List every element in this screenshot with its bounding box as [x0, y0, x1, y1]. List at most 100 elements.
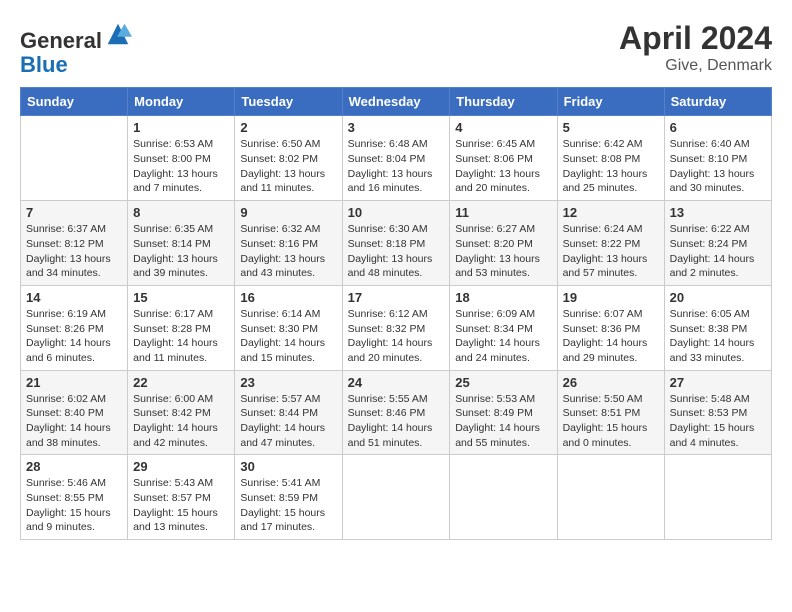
calendar-cell: 20Sunrise: 6:05 AMSunset: 8:38 PMDayligh…: [664, 285, 771, 370]
day-number: 13: [670, 205, 766, 220]
day-number: 27: [670, 375, 766, 390]
calendar-cell: [342, 455, 450, 540]
location: Give, Denmark: [619, 57, 772, 75]
day-info: Sunrise: 6:27 AMSunset: 8:20 PMDaylight:…: [455, 222, 551, 281]
calendar-cell: 4 Sunrise: 6:45 AMSunset: 8:06 PMDaylight…: [450, 116, 557, 201]
calendar-cell: 13 Sunrise: 6:22 AMSunset: 8:24 PMDayligh…: [664, 201, 771, 286]
day-info: Sunrise: 5:48 AMSunset: 8:53 PMDaylight:…: [670, 392, 766, 451]
calendar-cell: [21, 116, 128, 201]
calendar-cell: 24 Sunrise: 5:55 AMSunset: 8:46 PMDayligh…: [342, 370, 450, 455]
day-number: 11: [455, 205, 551, 220]
day-number: 29: [133, 459, 229, 474]
day-info: Sunrise: 6:45 AMSunset: 8:06 PMDaylight:…: [455, 137, 551, 196]
calendar-cell: 26Sunrise: 5:50 AMSunset: 8:51 PMDayligh…: [557, 370, 664, 455]
calendar-cell: 10 Sunrise: 6:30 AMSunset: 8:18 PMDayligh…: [342, 201, 450, 286]
day-info: Sunrise: 6:05 AMSunset: 8:38 PMDaylight:…: [670, 307, 766, 366]
calendar-cell: 27 Sunrise: 5:48 AMSunset: 8:53 PMDayligh…: [664, 370, 771, 455]
week-row-2: 7 Sunrise: 6:37 AMSunset: 8:12 PMDaylight…: [21, 201, 772, 286]
day-info: Sunrise: 5:43 AMSunset: 8:57 PMDaylight:…: [133, 476, 229, 535]
day-info: Sunrise: 6:48 AMSunset: 8:04 PMDaylight:…: [348, 137, 445, 196]
calendar-cell: [557, 455, 664, 540]
calendar-cell: 12Sunrise: 6:24 AMSunset: 8:22 PMDayligh…: [557, 201, 664, 286]
weekday-tuesday: Tuesday: [235, 88, 342, 116]
day-info: Sunrise: 6:12 AMSunset: 8:32 PMDaylight:…: [348, 307, 445, 366]
weekday-saturday: Saturday: [664, 88, 771, 116]
day-number: 10: [348, 205, 445, 220]
calendar-cell: 30Sunrise: 5:41 AMSunset: 8:59 PMDayligh…: [235, 455, 342, 540]
day-info: Sunrise: 6:35 AMSunset: 8:14 PMDaylight:…: [133, 222, 229, 281]
week-row-4: 21Sunrise: 6:02 AMSunset: 8:40 PMDayligh…: [21, 370, 772, 455]
day-number: 1: [133, 120, 229, 135]
day-info: Sunrise: 5:57 AMSunset: 8:44 PMDaylight:…: [240, 392, 336, 451]
day-info: Sunrise: 6:14 AMSunset: 8:30 PMDaylight:…: [240, 307, 336, 366]
day-info: Sunrise: 6:00 AMSunset: 8:42 PMDaylight:…: [133, 392, 229, 451]
day-info: Sunrise: 5:46 AMSunset: 8:55 PMDaylight:…: [26, 476, 122, 535]
calendar-cell: 16 Sunrise: 6:14 AMSunset: 8:30 PMDayligh…: [235, 285, 342, 370]
day-number: 26: [563, 375, 659, 390]
week-row-3: 14 Sunrise: 6:19 AMSunset: 8:26 PMDayligh…: [21, 285, 772, 370]
week-row-1: 1Sunrise: 6:53 AMSunset: 8:00 PMDaylight…: [21, 116, 772, 201]
calendar-cell: 23 Sunrise: 5:57 AMSunset: 8:44 PMDayligh…: [235, 370, 342, 455]
day-number: 12: [563, 205, 659, 220]
day-number: 14: [26, 290, 122, 305]
day-info: Sunrise: 6:37 AMSunset: 8:12 PMDaylight:…: [26, 222, 122, 281]
calendar-cell: 7 Sunrise: 6:37 AMSunset: 8:12 PMDaylight…: [21, 201, 128, 286]
day-number: 24: [348, 375, 445, 390]
calendar-cell: 2 Sunrise: 6:50 AMSunset: 8:02 PMDaylight…: [235, 116, 342, 201]
day-number: 18: [455, 290, 551, 305]
calendar-cell: 6 Sunrise: 6:40 AMSunset: 8:10 PMDaylight…: [664, 116, 771, 201]
day-info: Sunrise: 6:50 AMSunset: 8:02 PMDaylight:…: [240, 137, 336, 196]
calendar-cell: 19 Sunrise: 6:07 AMSunset: 8:36 PMDayligh…: [557, 285, 664, 370]
calendar-cell: 17 Sunrise: 6:12 AMSunset: 8:32 PMDayligh…: [342, 285, 450, 370]
day-info: Sunrise: 6:02 AMSunset: 8:40 PMDaylight:…: [26, 392, 122, 451]
calendar-body: 1Sunrise: 6:53 AMSunset: 8:00 PMDaylight…: [21, 116, 772, 540]
day-info: Sunrise: 5:55 AMSunset: 8:46 PMDaylight:…: [348, 392, 445, 451]
calendar-cell: 5 Sunrise: 6:42 AMSunset: 8:08 PMDaylight…: [557, 116, 664, 201]
day-number: 3: [348, 120, 445, 135]
logo-blue: Blue: [20, 52, 68, 77]
day-number: 4: [455, 120, 551, 135]
page-header: General Blue April 2024 Give, Denmark: [20, 20, 772, 77]
logo: General Blue: [20, 20, 132, 77]
calendar-cell: 11 Sunrise: 6:27 AMSunset: 8:20 PMDayligh…: [450, 201, 557, 286]
day-info: Sunrise: 6:22 AMSunset: 8:24 PMDaylight:…: [670, 222, 766, 281]
calendar-cell: [664, 455, 771, 540]
weekday-monday: Monday: [128, 88, 235, 116]
week-row-5: 28 Sunrise: 5:46 AMSunset: 8:55 PMDayligh…: [21, 455, 772, 540]
calendar-cell: 29 Sunrise: 5:43 AMSunset: 8:57 PMDayligh…: [128, 455, 235, 540]
calendar-cell: 14 Sunrise: 6:19 AMSunset: 8:26 PMDayligh…: [21, 285, 128, 370]
calendar-cell: 8 Sunrise: 6:35 AMSunset: 8:14 PMDaylight…: [128, 201, 235, 286]
logo-icon: [104, 20, 132, 48]
day-info: Sunrise: 6:32 AMSunset: 8:16 PMDaylight:…: [240, 222, 336, 281]
calendar-cell: 1Sunrise: 6:53 AMSunset: 8:00 PMDaylight…: [128, 116, 235, 201]
day-number: 28: [26, 459, 122, 474]
day-number: 6: [670, 120, 766, 135]
day-info: Sunrise: 6:42 AMSunset: 8:08 PMDaylight:…: [563, 137, 659, 196]
calendar-cell: 3 Sunrise: 6:48 AMSunset: 8:04 PMDaylight…: [342, 116, 450, 201]
weekday-friday: Friday: [557, 88, 664, 116]
day-info: Sunrise: 5:41 AMSunset: 8:59 PMDaylight:…: [240, 476, 336, 535]
calendar-table: SundayMondayTuesdayWednesdayThursdayFrid…: [20, 87, 772, 540]
day-number: 2: [240, 120, 336, 135]
day-number: 9: [240, 205, 336, 220]
day-number: 15: [133, 290, 229, 305]
day-number: 19: [563, 290, 659, 305]
day-info: Sunrise: 6:17 AMSunset: 8:28 PMDaylight:…: [133, 307, 229, 366]
day-number: 7: [26, 205, 122, 220]
day-number: 23: [240, 375, 336, 390]
day-number: 16: [240, 290, 336, 305]
day-number: 22: [133, 375, 229, 390]
day-info: Sunrise: 6:19 AMSunset: 8:26 PMDaylight:…: [26, 307, 122, 366]
day-info: Sunrise: 6:07 AMSunset: 8:36 PMDaylight:…: [563, 307, 659, 366]
calendar-cell: 18 Sunrise: 6:09 AMSunset: 8:34 PMDayligh…: [450, 285, 557, 370]
calendar-cell: 21Sunrise: 6:02 AMSunset: 8:40 PMDayligh…: [21, 370, 128, 455]
logo-general: General: [20, 28, 102, 53]
day-number: 5: [563, 120, 659, 135]
day-info: Sunrise: 6:30 AMSunset: 8:18 PMDaylight:…: [348, 222, 445, 281]
day-number: 17: [348, 290, 445, 305]
day-info: Sunrise: 6:40 AMSunset: 8:10 PMDaylight:…: [670, 137, 766, 196]
day-info: Sunrise: 6:09 AMSunset: 8:34 PMDaylight:…: [455, 307, 551, 366]
title-block: April 2024 Give, Denmark: [619, 20, 772, 75]
weekday-sunday: Sunday: [21, 88, 128, 116]
day-number: 8: [133, 205, 229, 220]
